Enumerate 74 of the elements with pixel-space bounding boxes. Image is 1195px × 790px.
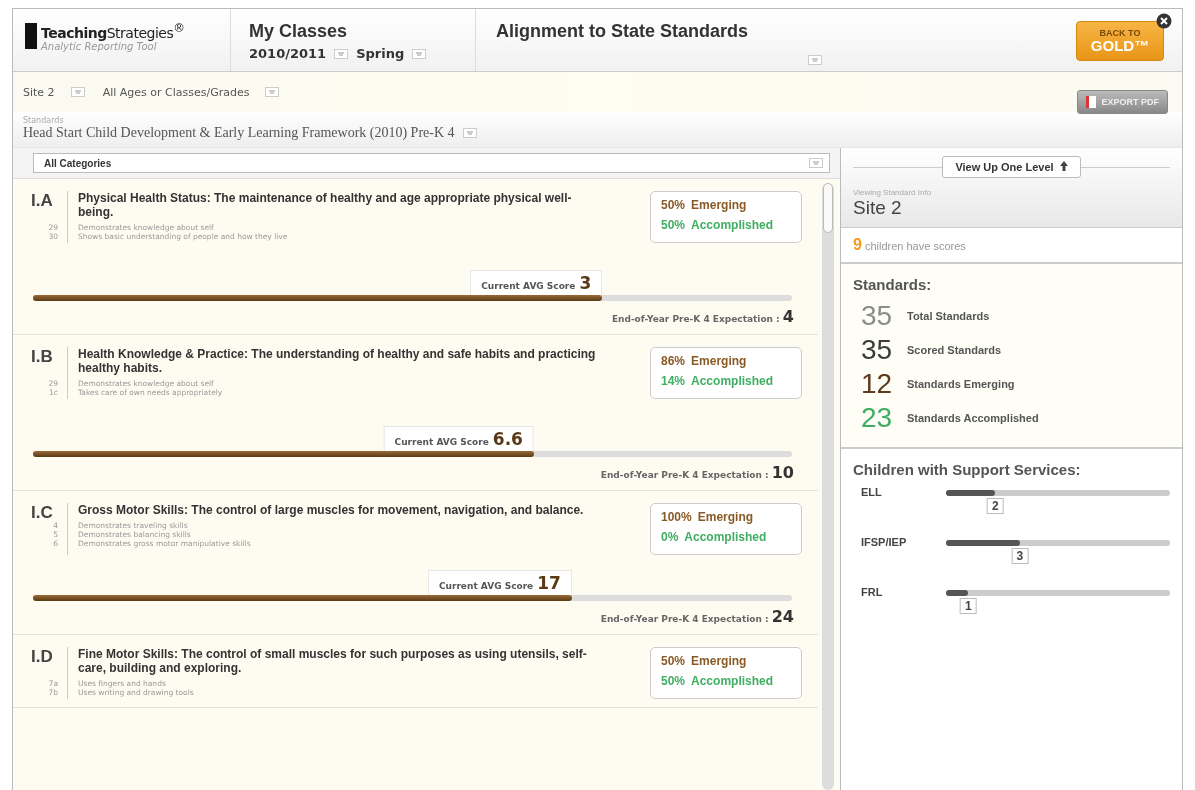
emerging-percent: 50%: [661, 654, 686, 668]
stat-value: 35: [861, 334, 894, 366]
score-label: Current AVG Score 6.6: [383, 426, 534, 451]
report-title: Alignment to State Standards: [496, 21, 750, 42]
service-count: 3: [1011, 548, 1029, 564]
service-label: ELL: [861, 486, 883, 498]
filter-select[interactable]: Site 2: [23, 85, 55, 99]
up-arrow-icon: [1059, 161, 1068, 171]
dropdown-icon[interactable]: [809, 158, 823, 168]
standard-code: I.B: [31, 347, 54, 367]
standards-heading: Standards:: [853, 276, 933, 293]
stat-value: 23: [861, 402, 894, 434]
emerging-label: Emerging: [691, 198, 747, 212]
book-logo-icon: [25, 23, 37, 49]
category-select[interactable]: All Categories: [33, 153, 830, 173]
stat-label: Total Standards: [907, 310, 990, 322]
accomplished-percent: 50%: [661, 674, 686, 688]
stat-value: 12: [861, 368, 894, 400]
viewing-value: Site 2: [853, 197, 903, 219]
standard-title: Physical Health Status: The maintenance of healthy and age appropriate physical well-being.: [78, 191, 573, 219]
service-count: 1: [960, 598, 977, 614]
emerging-percent: 86%: [661, 354, 686, 368]
children-count: 9: [853, 236, 862, 254]
standard-title: Health Knowledge & Practice: The understanding of healthy and safe habits and practicing healthy habits.: [78, 347, 597, 375]
viewing-label: Viewing Standard Info: [853, 188, 933, 197]
stat-label: Standards Emerging: [907, 378, 1015, 390]
standards-label: Standards: [23, 116, 65, 125]
stat-value: 35: [861, 300, 894, 332]
score-label: Current AVG Score 3: [470, 270, 603, 295]
expectation-label: End-of-Year Pre-K 4 Expectation : 4: [610, 307, 794, 326]
app-tagline: Analytic Reporting Tool: [41, 40, 157, 52]
accomplished-label: Accomplished: [691, 218, 774, 232]
standard-code: I.A: [31, 191, 54, 211]
support-services-heading: Children with Support Services:: [853, 461, 1082, 478]
pdf-icon: [1086, 96, 1097, 108]
service-label: IFSP/IEP: [861, 536, 908, 548]
expectation-label: End-of-Year Pre-K 4 Expectation : 10: [599, 463, 794, 482]
dropdown-icon[interactable]: [334, 48, 349, 59]
children-text: children have scores: [864, 240, 966, 252]
dropdown-icon[interactable]: [808, 55, 822, 65]
standard-title: Fine Motor Skills: The control of small muscles for such purposes as using utensils, self-care, building and exploring.: [78, 647, 588, 675]
emerging-percent: 100%: [661, 510, 692, 524]
emerging-label: Emerging: [691, 654, 747, 668]
accomplished-percent: 14%: [661, 374, 686, 388]
view-up-one-level-button[interactable]: View Up One Level: [942, 156, 1081, 178]
term-select[interactable]: Spring: [356, 46, 405, 61]
filter-select[interactable]: All Ages or Classes/Grades: [102, 85, 250, 99]
section-title: My Classes: [249, 21, 349, 42]
service-count: 2: [986, 498, 1004, 514]
standard-code: I.C: [31, 503, 53, 523]
score-label: Current AVG Score 17: [428, 570, 572, 595]
accomplished-label: Accomplished: [691, 374, 774, 388]
emerging-label: Emerging: [697, 510, 754, 524]
emerging-label: Emerging: [691, 354, 747, 368]
brand-logo: TeachingStrategies$^{®}$: [41, 21, 185, 41]
accomplished-percent: 0%: [661, 530, 679, 544]
close-icon[interactable]: [1156, 13, 1172, 29]
standard-title: Gross Motor Skills: The control of large muscles for movement, navigation, and balance.: [78, 503, 585, 517]
accomplished-label: Accomplished: [691, 674, 774, 688]
emerging-percent: 50%: [661, 198, 686, 212]
accomplished-label: Accomplished: [684, 530, 767, 544]
expectation-label: End-of-Year Pre-K 4 Expectation : 24: [599, 607, 794, 626]
dropdown-icon[interactable]: [462, 128, 477, 138]
dropdown-icon[interactable]: [412, 48, 427, 59]
back-button[interactable]: BACK TO GOLD™: [1076, 21, 1164, 61]
standard-code: I.D: [31, 647, 54, 667]
stat-label: Scored Standards: [907, 344, 1002, 356]
dropdown-icon[interactable]: [265, 87, 280, 97]
accomplished-percent: 50%: [661, 218, 686, 232]
service-label: FRL: [861, 586, 884, 598]
standards-select[interactable]: Head Start Child Development & Early Learning Framework (2010) Pre-K 4: [23, 125, 455, 141]
year-select[interactable]: 2010/2011: [249, 46, 327, 61]
stat-label: Standards Accomplished: [907, 412, 1039, 424]
dropdown-icon[interactable]: [70, 87, 85, 97]
